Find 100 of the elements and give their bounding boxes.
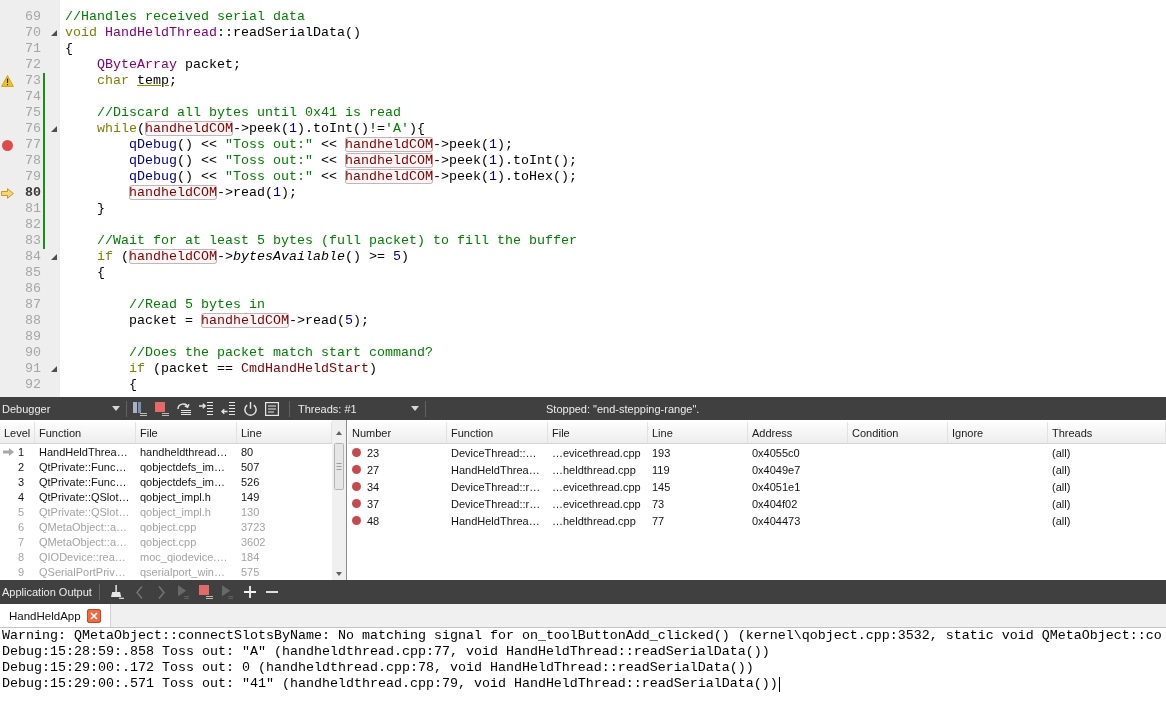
column-header[interactable]: File [136,422,237,443]
column-header[interactable]: Function [35,422,136,443]
table-cell: QMetaObject::a… [39,535,128,548]
table-cell: 3602 [241,535,266,548]
line-number: 71 [25,41,41,57]
line-number: 81 [25,201,41,217]
column-header[interactable]: Function [447,422,548,443]
code-line: char temp; [97,73,177,89]
table-cell: HandHeldThrea… [451,463,540,476]
code-line: qDebug() << "Toss out:" << handheldCOM->peek(1).toHex(); [129,169,577,185]
step-into-icon [199,402,213,415]
line-number: 86 [25,281,41,297]
line-number: 89 [25,329,41,345]
output-line: Debug:15:29:00:.172 Toss out: 0 (handheldthread.cpp:78, void HandHeldThread::readSerialData()) [2,660,754,676]
table-cell: 0x404f02 [752,497,798,510]
table-cell: DeviceThread::r… [451,497,541,510]
code-line: //Wait for at least 5 bytes (full packet) to fill the buffer [97,233,577,249]
table-cell: 48 [367,514,380,527]
table-cell: QtPrivate::QSlot… [39,490,130,503]
list-icon [265,401,279,416]
chevron-left-icon [136,585,144,599]
line-number: 78 [25,153,41,169]
stop-icon [198,585,213,599]
column-header[interactable]: Threads [1048,422,1166,443]
pause-icon [133,401,147,416]
table-cell: 37 [367,497,380,510]
line-number: 72 [25,57,41,73]
table-cell: QIODevice::rea… [39,550,126,563]
panel-title: Application Output [1,586,92,598]
power-icon [243,401,257,416]
column-header[interactable]: Address [748,422,848,443]
table-cell: HandHeldThrea… [39,445,128,458]
table-cell: (all) [1052,497,1071,510]
table-cell: handheldthread… [140,445,228,458]
line-number: 76 [25,121,41,137]
table-cell: 575 [241,565,260,578]
fold-triangle-icon[interactable] [50,254,57,260]
column-header[interactable]: Ignore [948,422,1048,443]
table-cell: 0x404473 [752,514,801,527]
fold-triangle-icon[interactable] [50,30,57,36]
table-cell: 9 [17,565,24,578]
table-cell: QMetaObject::a… [39,520,128,533]
table-cell: 149 [241,490,260,503]
code-line: //Discard all bytes until 0x41 is read [97,105,401,121]
plus-icon [243,586,256,598]
table-cell: DeviceThread::r… [451,480,541,493]
table-cell: (all) [1052,480,1071,493]
threads-dropdown[interactable]: Threads: #1 [296,397,423,420]
fold-triangle-icon[interactable] [50,366,57,372]
table-cell: (all) [1052,463,1071,476]
table-cell: 80 [241,445,254,458]
column-header[interactable]: Condition [848,422,948,443]
text-cursor [778,676,780,692]
output-tab[interactable]: HandHeldApp [0,604,111,627]
code-line: if (handheldCOM->bytesAvailable() >= 5) [97,249,409,265]
fold-triangle-icon[interactable] [50,126,57,132]
table-cell: qserialport_win… [140,565,225,578]
play-icon [178,585,190,599]
table-cell: …heldthread.cpp [552,463,636,476]
line-number: 85 [25,265,41,281]
line-number: 74 [25,89,41,105]
table-cell: 4 [17,490,24,503]
close-button[interactable] [86,608,101,623]
chevron-right-icon [158,585,166,599]
table-cell: 77 [652,514,665,527]
code-line: QByteArray packet; [97,57,241,73]
column-header[interactable]: File [548,422,648,443]
code-line: handheldCOM->read(1); [129,185,297,201]
table-cell: qobjectdefs_im… [140,460,225,473]
line-number: 90 [25,345,41,361]
line-number: 91 [25,361,41,377]
table-cell: QtPrivate::QSlot… [39,505,130,518]
line-number: 92 [25,377,41,393]
table-cell: 3 [17,475,24,488]
table-cell: (all) [1052,514,1071,527]
column-header[interactable]: Number [348,422,447,443]
line-number: 79 [25,169,41,185]
minus-icon [265,591,278,593]
table-cell: HandHeldThrea… [451,514,540,527]
table-cell: qobject_impl.h [140,490,211,503]
table-cell: 145 [652,480,671,493]
table-cell: 23 [367,446,380,459]
table-cell: qobject.cpp [140,535,197,548]
line-number: 70 [25,25,41,41]
table-cell: 8 [17,550,24,563]
table-cell: 2 [17,460,24,473]
line-number: 84 [25,249,41,265]
caret-icon [112,406,120,411]
line-number: 77 [25,137,41,153]
column-header[interactable]: Line [648,422,748,443]
scrollbar[interactable] [332,420,346,580]
table-cell: qobject.cpp [140,520,197,533]
line-number: 73 [25,73,41,89]
line-number: 75 [25,105,41,121]
code-line: if (packet == CmdHandHeldStart) [129,361,377,377]
table-cell: 119 [652,463,670,476]
perspective-dropdown[interactable]: Debugger [0,397,124,420]
table-cell: 130 [241,505,260,518]
column-header[interactable]: Level [0,422,35,443]
code-line: { [97,265,105,281]
